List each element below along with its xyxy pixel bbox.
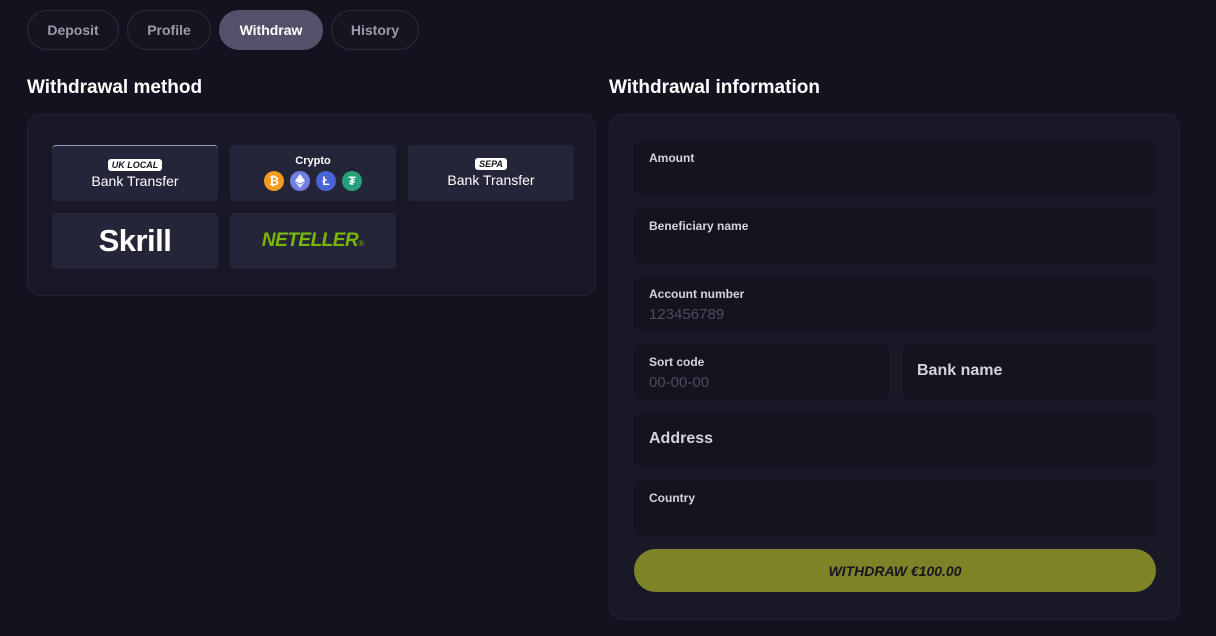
sepa-badge: SEPA <box>475 158 507 170</box>
address-field[interactable]: Address <box>634 413 1156 467</box>
withdraw-button[interactable]: WITHDRAW €100.00 <box>634 549 1156 592</box>
bitcoin-icon: ₿ <box>264 171 284 191</box>
neteller-logo: NETELLER <box>261 230 359 251</box>
tab-bar: Deposit Profile Withdraw History <box>27 10 419 50</box>
account-number-label: Account number <box>649 287 745 301</box>
tab-deposit[interactable]: Deposit <box>27 10 119 50</box>
tab-history[interactable]: History <box>331 10 419 50</box>
uk-local-badge: UK LOCAL <box>107 158 163 171</box>
sort-code-placeholder: 00-00-00 <box>649 374 710 391</box>
country-label: Country <box>649 491 695 505</box>
account-number-placeholder: 123456789 <box>649 306 725 323</box>
beneficiary-name-field[interactable]: Beneficiary name <box>634 209 1156 263</box>
litecoin-icon: Ł <box>316 171 336 191</box>
method-skrill[interactable]: Skrill <box>52 213 218 269</box>
method-label: Bank Transfer <box>91 172 179 189</box>
crypto-label: Crypto <box>295 155 331 167</box>
withdrawal-method-panel: UK LOCAL Bank Transfer Crypto ₿ Ł ₮ SEPA… <box>27 114 596 296</box>
withdrawal-information-title: Withdrawal information <box>609 77 820 98</box>
tether-icon: ₮ <box>342 171 362 191</box>
method-crypto[interactable]: Crypto ₿ Ł ₮ <box>230 145 396 201</box>
crypto-coins: ₿ Ł ₮ <box>264 171 362 191</box>
ethereum-icon <box>290 171 310 191</box>
amount-label: Amount <box>649 151 695 165</box>
sort-code-field[interactable]: Sort code 00-00-00 <box>634 345 890 399</box>
method-neteller[interactable]: NETELLER® <box>230 213 396 269</box>
method-uk-bank-transfer[interactable]: UK LOCAL Bank Transfer <box>52 145 218 201</box>
skrill-logo: Skrill <box>98 223 172 258</box>
registered-mark: ® <box>358 239 365 248</box>
withdrawal-information-panel: Amount Beneficiary name Account number 1… <box>609 114 1180 620</box>
tab-withdraw[interactable]: Withdraw <box>219 10 323 50</box>
country-field[interactable]: Country <box>634 481 1156 535</box>
neteller-logo-wrap: NETELLER® <box>262 230 364 252</box>
withdrawal-method-title: Withdrawal method <box>27 77 203 98</box>
sort-code-label: Sort code <box>649 355 705 369</box>
amount-field[interactable]: Amount <box>634 141 1156 195</box>
method-sepa-bank-transfer[interactable]: SEPA Bank Transfer <box>408 145 574 201</box>
bank-name-field[interactable]: Bank name <box>902 345 1156 399</box>
beneficiary-name-label: Beneficiary name <box>649 219 749 233</box>
address-label: Address <box>649 430 714 447</box>
method-label: Bank Transfer <box>447 172 535 188</box>
account-number-field[interactable]: Account number 123456789 <box>634 277 1156 331</box>
bank-name-label: Bank name <box>917 362 1003 379</box>
tab-profile[interactable]: Profile <box>127 10 211 50</box>
